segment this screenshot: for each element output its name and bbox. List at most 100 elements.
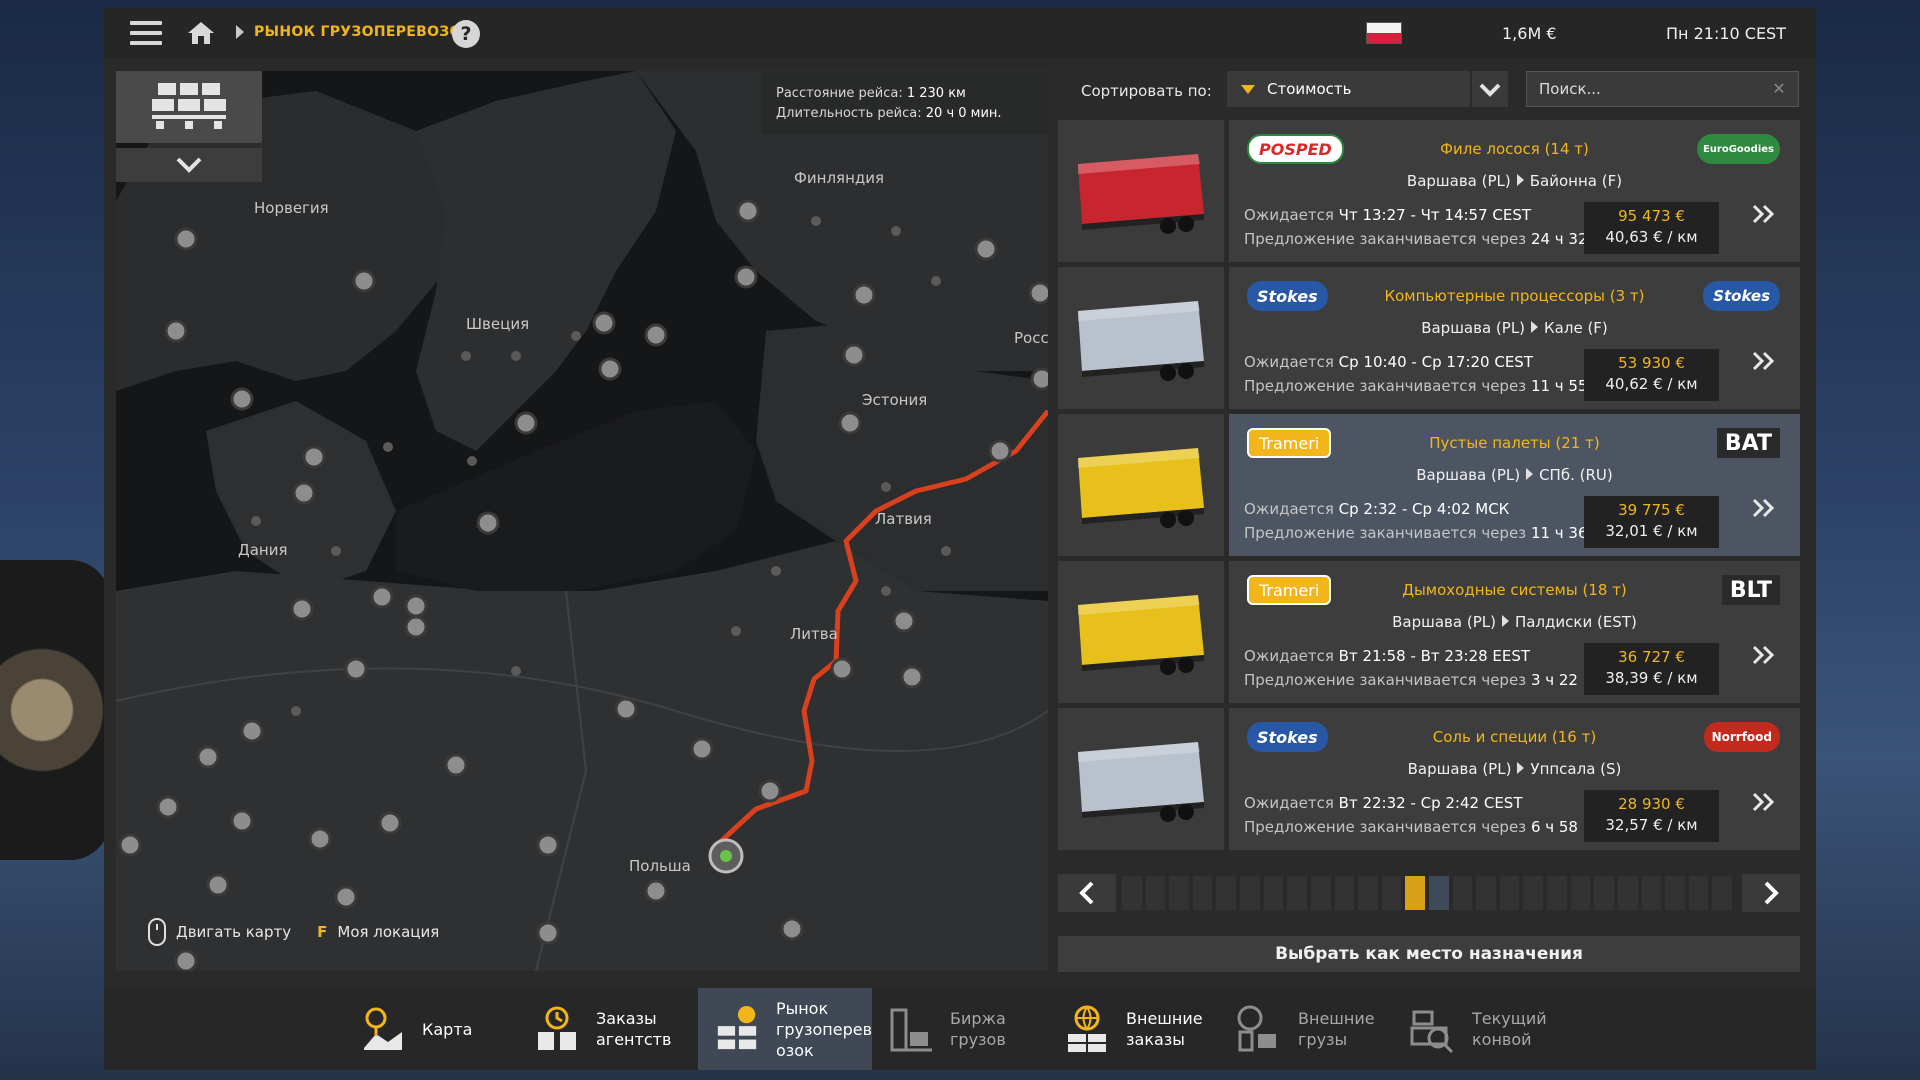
globe-icon	[1068, 1005, 1106, 1052]
tab-cargo-exchange[interactable]: Биржа грузов	[886, 988, 1036, 1070]
job-row[interactable]: Stokes Stokes Компьютерные процессоры (3 т…	[1058, 267, 1800, 409]
route-to: Уппсала (S)	[1530, 760, 1622, 778]
breadcrumb-arrow-icon	[236, 25, 244, 39]
page-indicator[interactable]	[1547, 876, 1567, 910]
price-box: 36 727 € 38,39 € / км	[1584, 643, 1719, 695]
expected-time: Ожидается Ср 10:40 - Ср 17:20 CEST	[1244, 353, 1533, 371]
tab-current-convoy[interactable]: Текущий конвой	[1408, 988, 1558, 1070]
page-indicator[interactable]	[1122, 876, 1142, 910]
tab-external-orders[interactable]: Внешние заказы	[1062, 988, 1212, 1070]
tab-current-convoy-label: Текущий конвой	[1472, 1009, 1547, 1049]
tab-map-label: Карта	[422, 1019, 473, 1039]
price-per-km: 38,39 € / км	[1605, 669, 1698, 687]
set-destination-button[interactable]: Выбрать как место назначения	[1058, 936, 1800, 972]
page-indicator[interactable]	[1169, 876, 1189, 910]
page-indicator[interactable]	[1594, 876, 1614, 910]
trailer-thumbnail	[1058, 120, 1224, 262]
search-input[interactable]	[1526, 71, 1799, 107]
page-indicator[interactable]	[1641, 876, 1662, 910]
job-row[interactable]: Stokes Norrfood Соль и специи (16 т) Варшав…	[1058, 708, 1800, 850]
page-indicator-current[interactable]	[1405, 876, 1425, 910]
map-label-sweden: Швеция	[466, 315, 530, 333]
job-pager	[1058, 874, 1800, 912]
map-label-estonia: Эстония	[862, 391, 928, 409]
job-row[interactable]: POSPED EuroGoodies Филе лосося (14 т) Варша…	[1058, 120, 1800, 262]
page-indicator[interactable]	[1617, 876, 1638, 910]
trailer-view-button[interactable]	[116, 71, 262, 143]
tab-agency-orders-label: Заказы агентств	[596, 1009, 672, 1049]
job-price: 39 775 €	[1618, 501, 1685, 519]
chevron-down-icon	[1479, 83, 1501, 97]
fast-forward-icon[interactable]	[1750, 643, 1778, 667]
route-arrow-icon	[1531, 321, 1539, 333]
agency-icon	[538, 1006, 576, 1050]
mouse-icon	[148, 918, 166, 946]
sort-label: Сортировать по:	[1081, 82, 1212, 100]
page-indicator[interactable]	[1429, 876, 1449, 910]
world-map[interactable]: Норвегия Швеция Финляндия Эстония Латвия…	[116, 71, 1048, 971]
page-indicator[interactable]	[1523, 876, 1544, 910]
home-icon[interactable]	[186, 20, 216, 46]
fast-forward-icon[interactable]	[1750, 790, 1778, 814]
next-page-button[interactable]	[1742, 874, 1800, 912]
prev-page-button[interactable]	[1058, 874, 1116, 912]
page-indicator[interactable]	[1712, 876, 1732, 910]
route-to: Палдиски (EST)	[1514, 613, 1637, 631]
sort-select[interactable]: Стоимость	[1227, 71, 1470, 107]
page-indicator[interactable]	[1358, 876, 1378, 910]
price-box: 95 473 € 40,63 € / км	[1584, 202, 1719, 254]
expand-chevron-button[interactable]	[116, 148, 262, 182]
page-indicator[interactable]	[1145, 876, 1166, 910]
page-indicator[interactable]	[1334, 876, 1355, 910]
price-box: 39 775 € 32,01 € / км	[1584, 496, 1719, 548]
page-indicator[interactable]	[1570, 876, 1591, 910]
sort-dropdown-button[interactable]	[1472, 71, 1508, 107]
sort-value: Стоимость	[1267, 80, 1352, 98]
tab-external-cargo-label: Внешние грузы	[1298, 1009, 1375, 1049]
job-row[interactable]: Trameri BAT Пустые палеты (21 т) Варшава (P…	[1058, 414, 1800, 556]
hint-move-map: Двигать карту	[176, 923, 292, 941]
route-to: СПб. (RU)	[1539, 466, 1613, 484]
page-indicator[interactable]	[1452, 876, 1473, 910]
job-row[interactable]: Trameri BLT Дымоходные системы (18 т) Варша…	[1058, 561, 1800, 703]
top-bar: РЫНОК ГРУЗОПЕРЕВОЗОК ? 1,6M € Пн 21:10 C…	[104, 8, 1816, 58]
hint-my-location[interactable]: Моя локация	[337, 923, 439, 941]
map-label-russia: Росс	[1014, 329, 1048, 347]
page-indicator[interactable]	[1381, 876, 1402, 910]
job-details: Stokes Stokes Компьютерные процессоры (3 т…	[1229, 267, 1800, 409]
tab-external-cargo[interactable]: Внешние грузы	[1234, 988, 1384, 1070]
page-indicator[interactable]	[1665, 876, 1685, 910]
close-icon[interactable]: ✕	[1770, 80, 1788, 98]
tab-agency-orders[interactable]: Заказы агентств	[532, 988, 682, 1070]
fast-forward-icon[interactable]	[1750, 349, 1778, 373]
page-indicator[interactable]	[1310, 876, 1331, 910]
tab-freight-market[interactable]: Рынок грузоперев озок	[698, 988, 872, 1070]
cargo-name: Компьютерные процессоры (3 т)	[1384, 287, 1645, 305]
menu-icon[interactable]	[130, 21, 162, 45]
fast-forward-icon[interactable]	[1750, 496, 1778, 520]
job-price: 53 930 €	[1618, 354, 1685, 372]
expected-time: Ожидается Вт 22:32 - Ср 2:42 CEST	[1244, 794, 1523, 812]
page-indicator[interactable]	[1192, 876, 1213, 910]
offer-expiry: Предложение заканчивается через 3 ч 22	[1244, 671, 1578, 689]
page-indicator[interactable]	[1476, 876, 1496, 910]
trailer-grid-icon	[152, 83, 226, 129]
page-indicator[interactable]	[1499, 876, 1520, 910]
tab-map[interactable]: Карта	[358, 988, 498, 1070]
fast-forward-icon[interactable]	[1750, 202, 1778, 226]
map-pin-icon	[364, 1007, 402, 1050]
help-icon[interactable]: ?	[452, 20, 480, 48]
page-indicator[interactable]	[1240, 876, 1260, 910]
page-indicator[interactable]	[1216, 876, 1237, 910]
job-price: 36 727 €	[1618, 648, 1685, 666]
map-label-poland: Польша	[629, 857, 691, 875]
freight-market-icon	[717, 1005, 757, 1050]
page-indicator[interactable]	[1688, 876, 1709, 910]
job-route: Варшава (PL) Уппсала (S)	[1229, 760, 1800, 778]
bottom-nav: Карта Заказы агентств Рынок грузоперев озок…	[104, 988, 1816, 1070]
page-indicator[interactable]	[1263, 876, 1284, 910]
expected-time: Ожидается Вт 21:58 - Вт 23:28 EEST	[1244, 647, 1531, 665]
page-title: РЫНОК ГРУЗОПЕРЕВОЗОК	[254, 24, 474, 40]
page-indicator[interactable]	[1287, 876, 1307, 910]
cargo-name: Дымоходные системы (18 т)	[1402, 581, 1627, 599]
